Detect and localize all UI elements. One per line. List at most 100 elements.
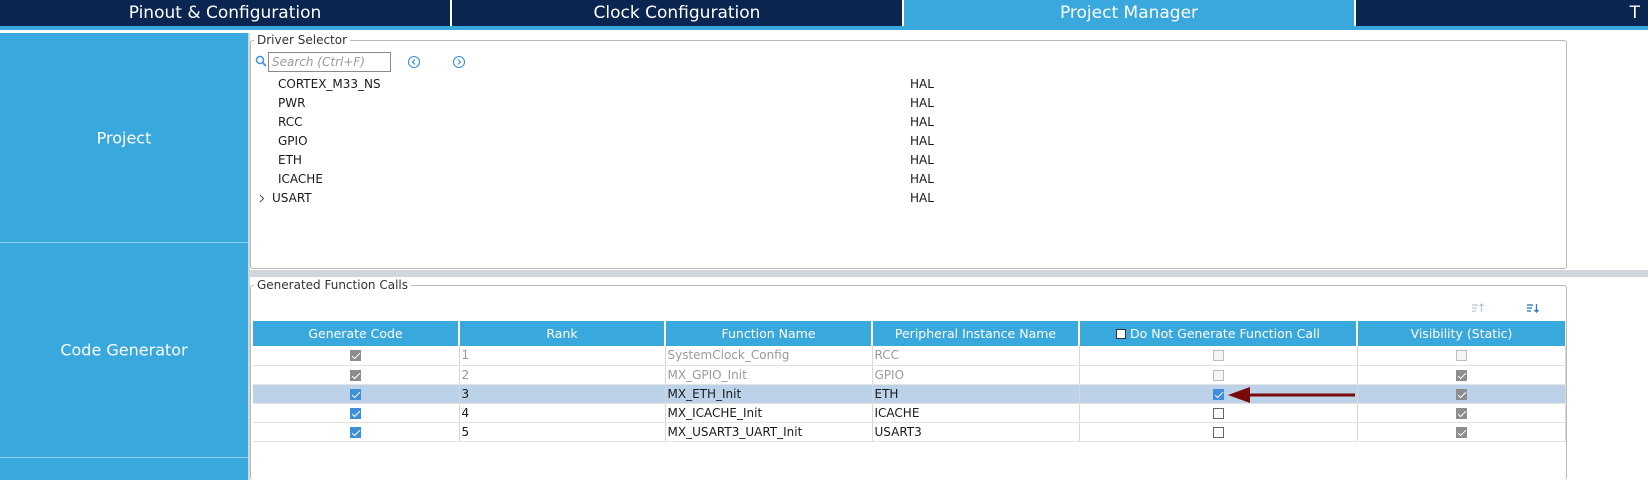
rank-cell[interactable]: 4 [459, 403, 666, 423]
visibility-checkbox [1455, 350, 1467, 362]
rank-cell[interactable]: 3 [459, 384, 666, 404]
driver-row[interactable]: RCC HAL [256, 113, 1556, 132]
do-not-generate-cell [1079, 422, 1358, 442]
sidebar-item-project[interactable]: Project [0, 33, 248, 242]
generate-code-checkbox[interactable] [350, 388, 362, 400]
table-row[interactable]: 3 MX_ETH_Init ETH [253, 384, 1566, 404]
driver-type[interactable]: HAL [910, 75, 934, 94]
sort-up-icon[interactable] [1471, 301, 1485, 315]
function-name-cell: SystemClock_Config [665, 346, 873, 366]
column-header-rank[interactable]: Rank [458, 321, 665, 346]
driver-type[interactable]: HAL [910, 94, 934, 113]
do-not-generate-cell [1079, 346, 1358, 366]
search-input[interactable] [268, 52, 391, 72]
visibility-checkbox [1455, 369, 1467, 381]
function-name-cell: MX_USART3_UART_Init [665, 422, 873, 442]
driver-selector-title: Driver Selector [257, 33, 348, 47]
generate-code-cell [253, 346, 460, 366]
tab-project-manager[interactable]: Project Manager [904, 0, 1356, 26]
driver-row[interactable]: GPIO HAL [256, 132, 1556, 151]
sidebar: Project Code Generator [0, 33, 248, 480]
do-not-generate-checkbox[interactable] [1212, 407, 1224, 419]
sort-down-icon[interactable] [1526, 301, 1540, 315]
visibility-cell [1357, 365, 1566, 385]
do-not-generate-checkbox [1212, 369, 1224, 381]
driver-type[interactable]: HAL [910, 151, 934, 170]
visibility-checkbox [1455, 388, 1467, 400]
visibility-cell [1357, 346, 1566, 366]
visibility-cell [1357, 422, 1566, 442]
generate-code-checkbox [350, 369, 362, 381]
chevron-left-circle-icon[interactable] [407, 55, 421, 69]
instance-cell: USART3 [872, 422, 1080, 442]
function-name-cell: MX_ICACHE_Init [665, 403, 873, 423]
rank-cell: 1 [459, 346, 666, 366]
tab-underline [0, 26, 1648, 30]
table-row[interactable]: 4 MX_ICACHE_Init ICACHE [253, 403, 1566, 423]
function-calls-table: Generate Code Rank Function Name Periphe… [253, 321, 1566, 442]
driver-type[interactable]: HAL [910, 132, 934, 151]
driver-name: GPIO [278, 134, 308, 148]
tab-pinout-configuration[interactable]: Pinout & Configuration [0, 0, 452, 26]
generate-code-checkbox[interactable] [350, 407, 362, 419]
generate-code-checkbox [350, 350, 362, 362]
instance-cell: ETH [872, 384, 1080, 404]
driver-type[interactable]: HAL [910, 170, 934, 189]
generate-code-cell [253, 403, 460, 423]
rank-cell[interactable]: 5 [459, 422, 666, 442]
panel-splitter[interactable] [250, 270, 1648, 277]
visibility-checkbox [1455, 426, 1467, 438]
column-header-peripheral-instance-name[interactable]: Peripheral Instance Name [871, 321, 1079, 346]
driver-row[interactable]: USART HAL [256, 189, 1556, 208]
table-row[interactable]: 5 MX_USART3_UART_Init USART3 [253, 422, 1566, 442]
function-name-cell: MX_ETH_Init [665, 384, 873, 404]
instance-cell: GPIO [872, 365, 1080, 385]
driver-name: RCC [278, 115, 303, 129]
sidebar-item-label: Code Generator [60, 340, 188, 360]
generate-code-cell [253, 384, 460, 404]
generate-code-cell [253, 365, 460, 385]
table-row[interactable]: 2 MX_GPIO_Init GPIO [253, 365, 1566, 385]
do-not-generate-cell [1079, 403, 1358, 423]
driver-type[interactable]: HAL [910, 113, 934, 132]
driver-row[interactable]: PWR HAL [256, 94, 1556, 113]
instance-cell: RCC [872, 346, 1080, 366]
generate-code-checkbox[interactable] [350, 426, 362, 438]
driver-name: CORTEX_M33_NS [278, 77, 381, 91]
driver-row[interactable]: CORTEX_M33_NS HAL [256, 75, 1556, 94]
chevron-right-circle-icon[interactable] [452, 55, 466, 69]
do-not-generate-checkbox [1212, 350, 1224, 362]
visibility-checkbox [1455, 407, 1467, 419]
column-header-visibility[interactable]: Visibility (Static) [1356, 321, 1565, 346]
sidebar-item-code-generator[interactable]: Code Generator [0, 243, 248, 457]
red-arrow-icon [1228, 387, 1355, 403]
driver-name: USART [272, 191, 312, 205]
instance-cell: ICACHE [872, 403, 1080, 423]
search-icon [255, 55, 267, 67]
select-all-checkbox[interactable] [1116, 329, 1127, 339]
driver-row[interactable]: ETH HAL [256, 151, 1556, 170]
table-row[interactable]: 1 SystemClock_Config RCC [253, 346, 1566, 366]
sidebar-divider [0, 457, 248, 458]
column-header-do-not-generate[interactable]: Do Not Generate Function Call [1078, 321, 1357, 346]
driver-name: ICACHE [278, 172, 323, 186]
do-not-generate-cell [1079, 365, 1358, 385]
driver-type[interactable]: HAL [910, 189, 934, 208]
tab-clock-configuration[interactable]: Clock Configuration [452, 0, 904, 26]
visibility-cell [1357, 384, 1566, 404]
do-not-generate-checkbox[interactable] [1212, 388, 1224, 400]
visibility-cell [1357, 403, 1566, 423]
top-tab-bar: Pinout & Configuration Clock Configurati… [0, 0, 1648, 28]
generate-code-cell [253, 422, 460, 442]
rank-cell: 2 [459, 365, 666, 385]
function-name-cell: MX_GPIO_Init [665, 365, 873, 385]
column-header-label: Do Not Generate Function Call [1130, 326, 1320, 341]
tab-tools[interactable]: T [1356, 0, 1648, 26]
table-header-row: Generate Code Rank Function Name Periphe… [253, 321, 1565, 346]
chevron-right-icon[interactable] [256, 189, 268, 208]
do-not-generate-checkbox[interactable] [1212, 426, 1224, 438]
driver-name: PWR [278, 96, 306, 110]
column-header-function-name[interactable]: Function Name [664, 321, 872, 346]
column-header-generate-code[interactable]: Generate Code [253, 321, 459, 346]
driver-row[interactable]: ICACHE HAL [256, 170, 1556, 189]
